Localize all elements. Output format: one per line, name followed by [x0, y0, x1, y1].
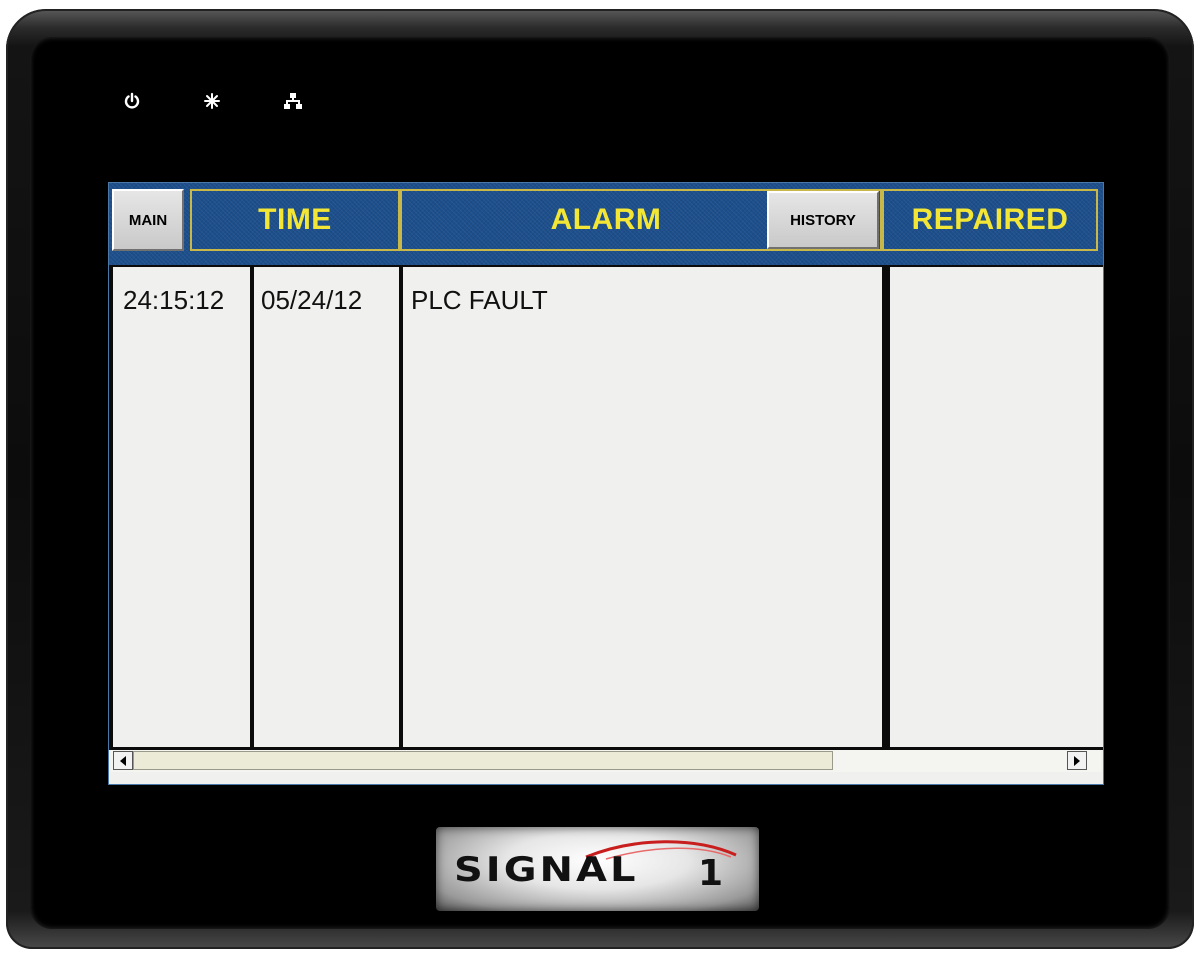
repaired-column	[886, 267, 1103, 747]
logo-brand-text: SIGNAL	[454, 850, 639, 890]
scroll-thumb[interactable]	[133, 751, 833, 770]
history-button[interactable]: HISTORY	[767, 191, 879, 249]
network-icon	[284, 93, 302, 109]
column-divider	[109, 267, 113, 749]
alarm-date-cell: 05/24/12	[261, 285, 363, 315]
main-button[interactable]: MAIN	[112, 189, 184, 251]
alarm-message-cell: PLC FAULT	[411, 285, 548, 315]
date-column	[254, 267, 399, 747]
power-icon	[123, 92, 141, 110]
alarm-header-bar: MAIN TIME ALARM HISTORY REPAIRED	[109, 183, 1103, 267]
scroll-left-button[interactable]	[113, 751, 133, 770]
column-divider	[399, 267, 403, 749]
arrow-left-icon	[120, 755, 126, 766]
column-divider	[886, 267, 890, 749]
scroll-right-button[interactable]	[1067, 751, 1087, 770]
repaired-column-header: REPAIRED	[882, 189, 1098, 251]
horizontal-scrollbar[interactable]	[111, 750, 1101, 772]
time-column	[109, 267, 250, 747]
column-divider	[250, 267, 254, 749]
time-column-header: TIME	[190, 189, 400, 251]
alarm-screen: MAIN TIME ALARM HISTORY REPAIRED 24:15:1…	[108, 182, 1104, 785]
alarm-column	[403, 267, 882, 747]
logo-number-text: 1	[698, 853, 724, 894]
signal1-logo: SIGNAL 1	[436, 827, 759, 911]
arrow-right-icon	[1074, 755, 1080, 766]
sun-icon	[204, 93, 220, 109]
alarm-time-cell: 24:15:12	[123, 285, 225, 315]
